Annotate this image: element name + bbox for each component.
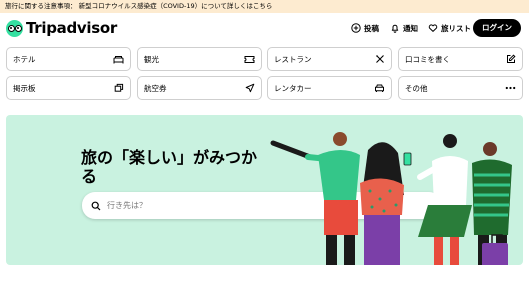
category-more[interactable]: その他 (398, 76, 523, 100)
alert-text[interactable]: 旅行に関する注意事項： 新型コロナウイルス感染症（COVID-19）について詳し… (5, 2, 272, 10)
more-dots-icon (505, 86, 516, 90)
forum-icon (114, 83, 124, 93)
hero-title: 旅の「楽しい」がみつかる (81, 148, 258, 186)
logo-text: Tripadvisor (26, 19, 117, 37)
plus-circle-icon (351, 23, 361, 33)
category-label: その他 (405, 83, 428, 93)
owl-logo-icon (6, 19, 23, 37)
site-header: Tripadvisor 投稿 通知 旅リスト ログイン (0, 13, 529, 43)
category-rental-cars[interactable]: レンタカー (267, 76, 392, 100)
bell-icon (390, 23, 400, 33)
category-label: レンタカー (274, 83, 312, 93)
login-button[interactable]: ログイン (473, 19, 521, 37)
category-label: 口コミを書く (405, 54, 450, 64)
category-label: 観光 (144, 54, 159, 64)
covid-alert-banner[interactable]: 旅行に関する注意事項： 新型コロナウイルス感染症（COVID-19）について詳し… (0, 0, 529, 13)
category-label: 掲示板 (13, 83, 36, 93)
category-flights[interactable]: 航空券 (137, 76, 262, 100)
travelers-illustration (270, 132, 512, 265)
bed-icon (113, 55, 124, 64)
category-write-review[interactable]: 口コミを書く (398, 47, 523, 71)
category-forums[interactable]: 掲示板 (6, 76, 131, 100)
tripadvisor-logo[interactable]: Tripadvisor (6, 19, 117, 37)
search-icon (91, 196, 101, 215)
hero-section: 旅の「楽しい」がみつかる (6, 115, 523, 265)
category-restaurants[interactable]: レストラン (267, 47, 392, 71)
category-label: レストラン (274, 54, 312, 64)
fork-knife-icon (375, 54, 385, 64)
category-label: ホテル (13, 54, 36, 64)
nav-post[interactable]: 投稿 (351, 20, 379, 36)
nav-trips-label: 旅リスト (441, 23, 471, 33)
nav-post-label: 投稿 (364, 23, 379, 33)
heart-icon (428, 23, 438, 33)
nav-notifications-label: 通知 (403, 23, 418, 33)
category-hotels[interactable]: ホテル (6, 47, 131, 71)
nav-trips[interactable]: 旅リスト (428, 20, 471, 36)
airplane-icon (245, 83, 255, 93)
category-attractions[interactable]: 観光 (137, 47, 262, 71)
ticket-icon (244, 55, 255, 64)
edit-icon (506, 54, 516, 64)
nav-notifications[interactable]: 通知 (390, 20, 418, 36)
category-label: 航空券 (144, 83, 167, 93)
car-icon (374, 83, 385, 93)
